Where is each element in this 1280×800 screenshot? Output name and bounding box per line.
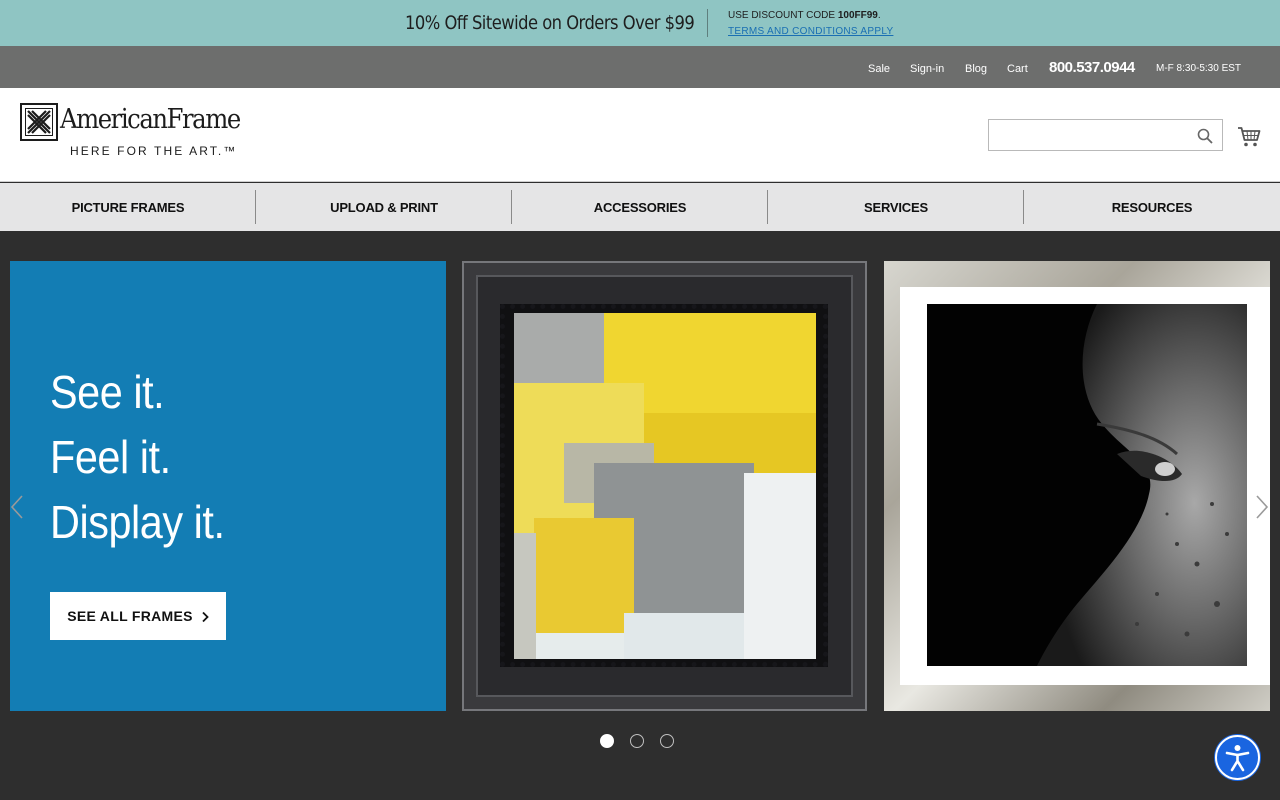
sale-link[interactable]: Sale (868, 63, 890, 75)
carousel-pagination (600, 734, 674, 748)
phone-number[interactable]: 800.537.0944 (1049, 59, 1135, 76)
promo-code-suffix: . (877, 10, 881, 21)
nav-resources[interactable]: RESOURCES (1024, 183, 1280, 231)
nav-accessories[interactable]: ACCESSORIES (512, 183, 768, 231)
nav-services[interactable]: SERVICES (768, 183, 1024, 231)
slogan-line-2: Feel it. (50, 431, 171, 483)
promo-code: 100FF99 (837, 10, 878, 21)
sign-in-link[interactable]: Sign-in (910, 63, 944, 75)
slogan-line-3: Display it. (50, 496, 225, 548)
accessibility-button[interactable] (1215, 735, 1260, 780)
promo-divider (707, 9, 708, 37)
see-all-frames-label: SEE ALL FRAMES (67, 608, 193, 624)
chevron-right-icon (201, 610, 209, 623)
promo-code-text: USE DISCOUNT CODE 100FF99. (728, 10, 881, 21)
see-all-frames-button[interactable]: SEE ALL FRAMES (50, 592, 226, 640)
carousel-dot-2[interactable] (630, 734, 644, 748)
slogan-line-1: See it. (50, 366, 165, 418)
main-nav: PICTURE FRAMES UPLOAD & PRINT ACCESSORIE… (0, 183, 1280, 231)
carousel-dot-3[interactable] (660, 734, 674, 748)
hero-carousel: See it. Feel it. Display it. SEE ALL FRA… (0, 231, 1280, 800)
logo-tagline: HERE FOR THE ART.™ (70, 144, 238, 158)
cart-icon[interactable] (1237, 126, 1261, 148)
abstract-painting-image (514, 313, 816, 659)
nav-picture-frames[interactable]: PICTURE FRAMES (0, 183, 256, 231)
search-box (988, 119, 1223, 151)
framed-photograph-artwork[interactable] (884, 261, 1270, 711)
utility-bar: Sale Sign-in Blog Cart 800.537.0944 M-F … (0, 46, 1280, 88)
framed-abstract-artwork[interactable] (462, 261, 867, 711)
logo-wordmark: AmericanFrame (60, 104, 241, 135)
promo-bar: 10% Off Sitewide on Orders Over $99 USE … (0, 0, 1280, 46)
hero-text-panel: See it. Feel it. Display it. SEE ALL FRA… (10, 261, 446, 711)
promo-code-prefix: USE DISCOUNT CODE (728, 10, 838, 21)
logo[interactable]: AmericanFrame HERE FOR THE ART.™ (20, 103, 250, 159)
nav-upload-print[interactable]: UPLOAD & PRINT (256, 183, 512, 231)
search-input[interactable] (995, 124, 1185, 146)
promo-headline: 10% Off Sitewide on Orders Over $99 (405, 12, 695, 34)
chevron-left-icon[interactable] (10, 494, 24, 520)
business-hours: M-F 8:30-5:30 EST (1156, 63, 1242, 74)
eye-photograph-image (927, 304, 1247, 666)
chevron-right-icon[interactable] (1255, 494, 1269, 520)
site-header: AmericanFrame HERE FOR THE ART.™ (0, 88, 1280, 182)
search-icon[interactable] (1197, 128, 1213, 144)
cart-link[interactable]: Cart (1007, 63, 1028, 75)
terms-link[interactable]: TERMS AND CONDITIONS APPLY (728, 26, 893, 37)
logo-mark-icon (20, 103, 58, 141)
blog-link[interactable]: Blog (965, 63, 987, 75)
carousel-dot-1[interactable] (600, 734, 614, 748)
